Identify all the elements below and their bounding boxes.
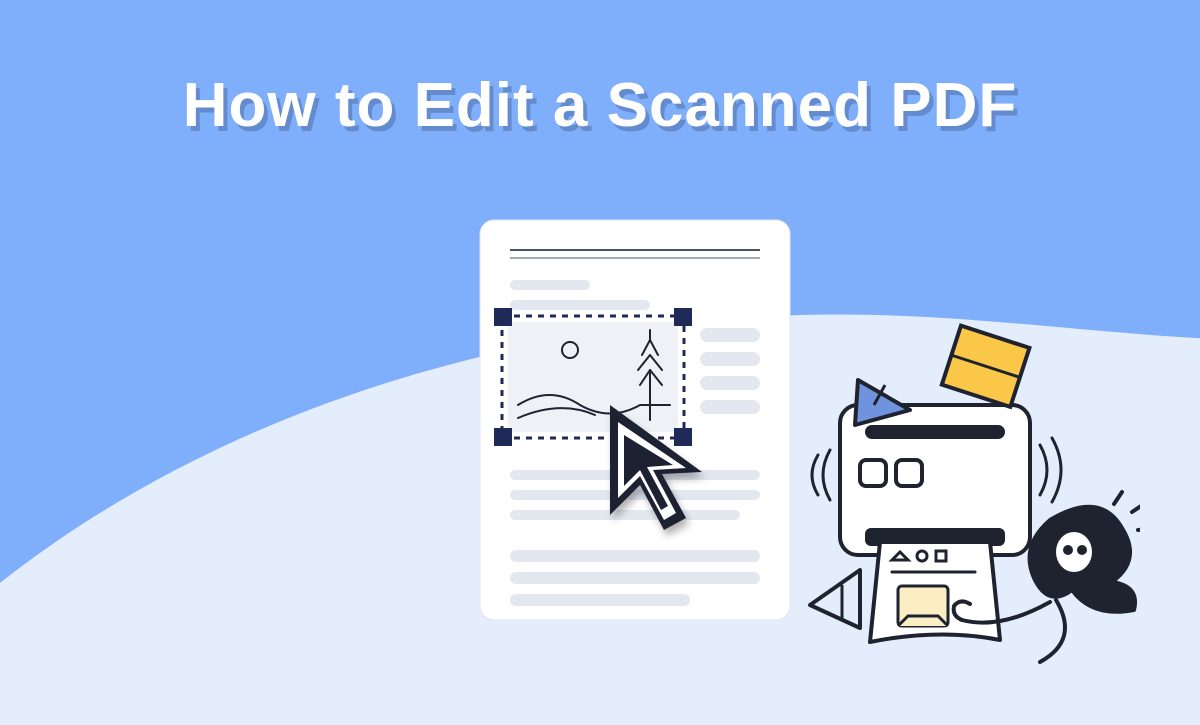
scanner-icon [812, 405, 1061, 642]
document-icon [480, 220, 790, 620]
rhombus-shape-icon [942, 326, 1030, 407]
outline-triangle-icon [810, 570, 860, 628]
illustration [440, 210, 1140, 690]
page-title: How to Edit a Scanned PDF [0, 70, 1200, 141]
